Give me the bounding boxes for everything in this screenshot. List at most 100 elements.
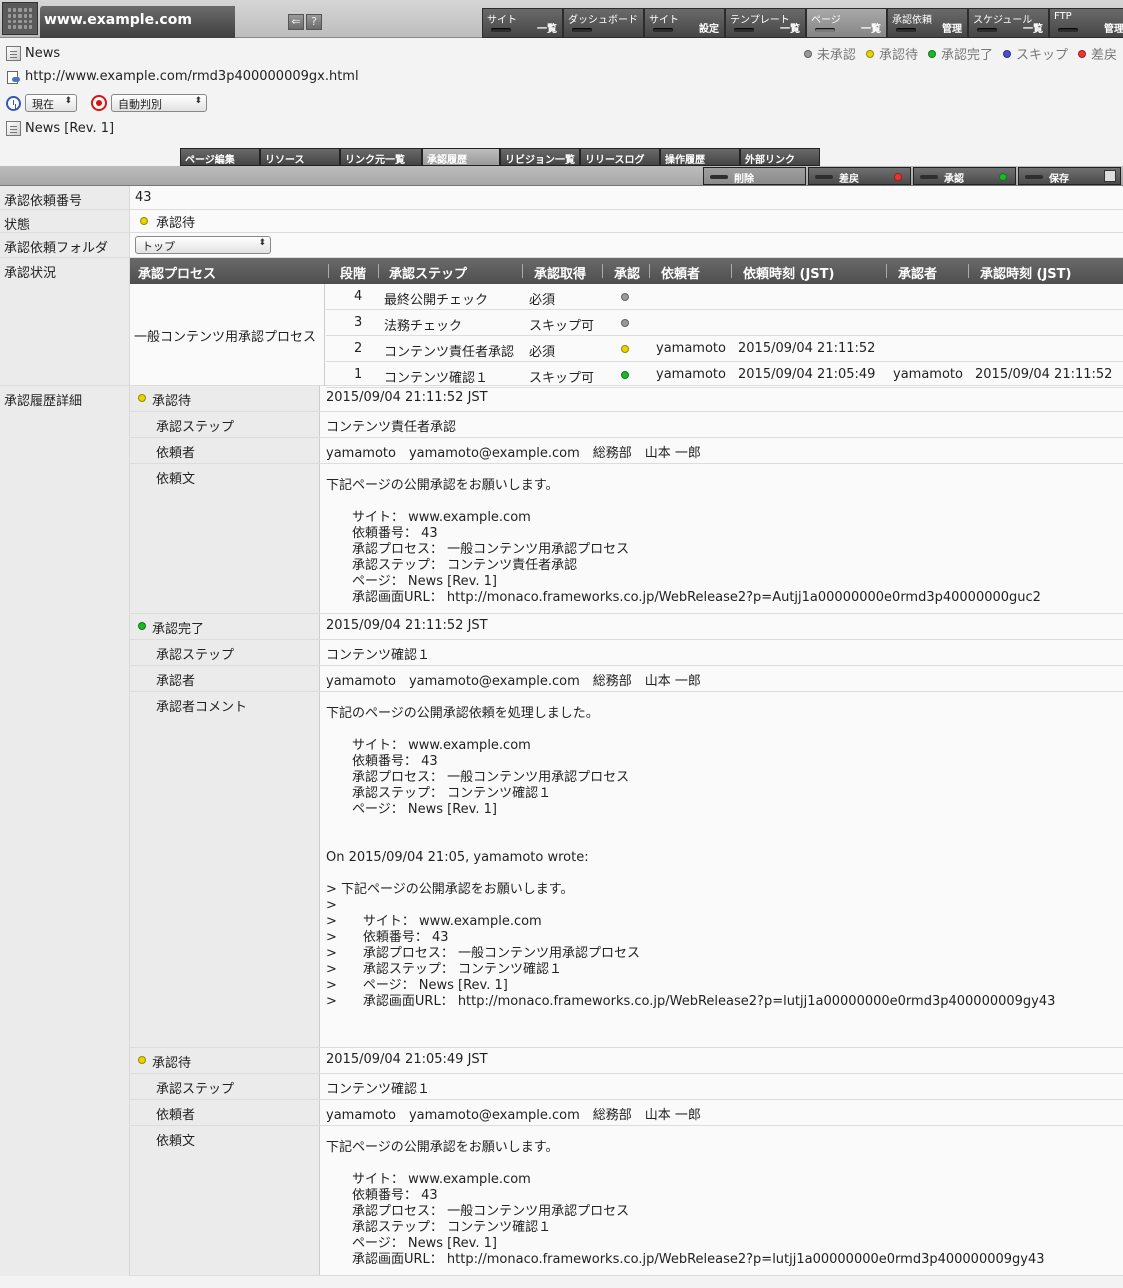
page-name: News [25,46,61,61]
page-icon [6,46,21,61]
col-step: 承認ステップ [389,267,468,282]
delete-button[interactable]: 削除 [703,167,806,185]
tab-revision-list[interactable]: リビジョン一覧 [500,148,580,166]
history-time: 2015/09/04 21:05:49 JST [320,1048,1123,1073]
table-row: 4 最終公開チェック 必須 [326,284,1123,310]
menu-approval-manage-button[interactable]: 承認依頼 管理 [887,8,968,38]
save-button[interactable]: 保存 [1018,167,1121,185]
menu-site-settings-button[interactable]: サイト 設定 [644,8,725,38]
detail-label: 承認履歴詳細 [0,386,130,1276]
save-icon [1104,170,1116,182]
history-person: yamamoto yamamoto@example.com 総務部 山本 一郎 [320,1100,1123,1125]
menu-dashboard-button[interactable]: ダッシュボード [563,8,644,38]
col-requester: 依頼者 [661,267,701,282]
legend-done: 承認完了 [940,48,993,63]
history-step-label: 承認ステップ [130,412,320,437]
status-label: 承認状況 [0,258,130,385]
status-legend: 未承認 承認待 承認完了 スキップ 差戻 [803,44,1117,63]
green-dot-icon [621,371,629,379]
history-status: 承認完了 [152,622,205,637]
state-label: 状態 [0,210,130,233]
history-step: コンテンツ確認１ [320,1074,1123,1099]
legend-reject: 差戻 [1090,48,1117,63]
yellow-dot-icon [621,345,629,353]
history-time: 2015/09/04 21:11:52 JST [320,386,1123,411]
table-row: 3 法務チェック スキップ可 [326,310,1123,336]
judge-select[interactable]: 自動判別 [111,94,207,112]
history-status: 承認待 [152,394,192,409]
history-person: yamamoto yamamoto@example.com 総務部 山本 一郎 [320,666,1123,691]
col-request-time: 依頼時刻 (JST) [743,267,835,282]
history-step: コンテンツ責任者承認 [320,412,1123,437]
tab-page-edit[interactable]: ページ編集 [180,148,260,166]
green-dot-icon [927,49,936,58]
action-bar: 削除 差戻 承認 保存 [0,166,1123,186]
history-step-label: 承認ステップ [130,1074,320,1099]
back-icon[interactable]: ⇐ [288,14,304,30]
yellow-dot-icon [138,1056,146,1064]
table-row: 2 コンテンツ責任者承認 必須 yamamoto 2015/09/04 21:1… [326,336,1123,362]
clock-icon [6,95,21,111]
tab-link-source[interactable]: リンク元一覧 [340,148,422,166]
history-person: yamamoto yamamoto@example.com 総務部 山本 一郎 [320,438,1123,463]
page-tabs: ページ編集 リソース リンク元一覧 承認履歴 リビジョン一覧 リリースログ 操作… [180,148,820,166]
state-value: 承認待 [156,215,196,231]
history-person-label: 依頼者 [130,1100,320,1125]
blue-dot-icon [1002,49,1011,58]
folder-select[interactable]: トップ [135,236,271,254]
tab-approval-history[interactable]: 承認履歴 [422,148,500,166]
status-table-header: 承認プロセス 段階 承認ステップ 承認取得 承認 依頼者 依頼時刻 (JST) … [130,258,1123,284]
tab-operation-history[interactable]: 操作履歴 [660,148,740,166]
red-dot-icon [1077,49,1086,58]
approval-content: 承認依頼番号 43 状態 承認待 承認依頼フォルダ トップ 承認状況 承認プロセ… [0,186,1123,1276]
top-bar: www.example.com ⇐ ? サイト 一覧 ダッシュボード サイト 設定 … [0,0,1123,38]
col-approve: 承認 [614,267,641,282]
history-person-label: 依頼者 [130,438,320,463]
red-dot-icon [894,173,902,181]
site-name-tab[interactable]: www.example.com [40,6,235,38]
history-step: コンテンツ確認１ [320,640,1123,665]
col-approve-time: 承認時刻 (JST) [980,267,1072,282]
approve-button[interactable]: 承認 [913,167,1016,185]
gray-dot-icon [621,293,629,301]
status-table: 承認プロセス 段階 承認ステップ 承認取得 承認 依頼者 依頼時刻 (JST) … [130,258,1123,388]
menu-page-list-button[interactable]: ページ 一覧 [806,8,887,38]
app-grid-icon[interactable] [2,2,38,35]
col-process: 承認プロセス [138,267,217,282]
tab-resource[interactable]: リソース [260,148,340,166]
green-dot-icon [999,173,1007,181]
history-person-label: 承認者 [130,666,320,691]
page-revision: News [Rev. 1] [25,121,115,136]
history-text-label: 依頼文 [130,464,320,613]
menu-template-list-button[interactable]: テンプレート 一覧 [725,8,806,38]
history-status: 承認待 [152,1056,192,1071]
history-step-label: 承認ステップ [130,640,320,665]
request-number-label: 承認依頼番号 [0,186,130,209]
menu-site-list-button[interactable]: サイト 一覧 [482,8,563,38]
yellow-dot-icon [140,217,148,225]
folder-label: 承認依頼フォルダ [0,233,130,257]
time-select[interactable]: 現在 [25,94,77,112]
tab-external-link[interactable]: 外部リンク [740,148,820,166]
legend-skip: スキップ [1015,48,1068,63]
url-link-icon [6,69,21,84]
revision-page-icon [6,121,21,136]
target-icon [91,95,107,111]
tab-release-log[interactable]: リリースログ [580,148,660,166]
history-comment-label: 承認者コメント [130,692,320,1047]
history-time: 2015/09/04 21:11:52 JST [320,614,1123,639]
menu-ftp-manage-button[interactable]: FTP 管理 [1049,8,1123,38]
green-dot-icon [138,622,146,630]
menu-schedule-list-button[interactable]: スケジュール 一覧 [968,8,1049,38]
history-text: 下記ページの公開承認をお願いします。 サイト： www.example.com … [326,478,1041,605]
page-url[interactable]: http://www.example.com/rmd3p400000009gx.… [25,69,359,84]
history-detail: 承認待 2015/09/04 21:11:52 JST 承認ステップ コンテンツ… [130,386,1123,1276]
reject-button[interactable]: 差戻 [808,167,911,185]
request-number-value: 43 [130,186,1123,209]
yellow-dot-icon [138,394,146,402]
yellow-dot-icon [865,49,874,58]
page-info: News http://www.example.com/rmd3p4000000… [0,40,1123,150]
gray-dot-icon [621,319,629,327]
gray-dot-icon [803,49,812,58]
help-icon[interactable]: ? [306,14,322,30]
